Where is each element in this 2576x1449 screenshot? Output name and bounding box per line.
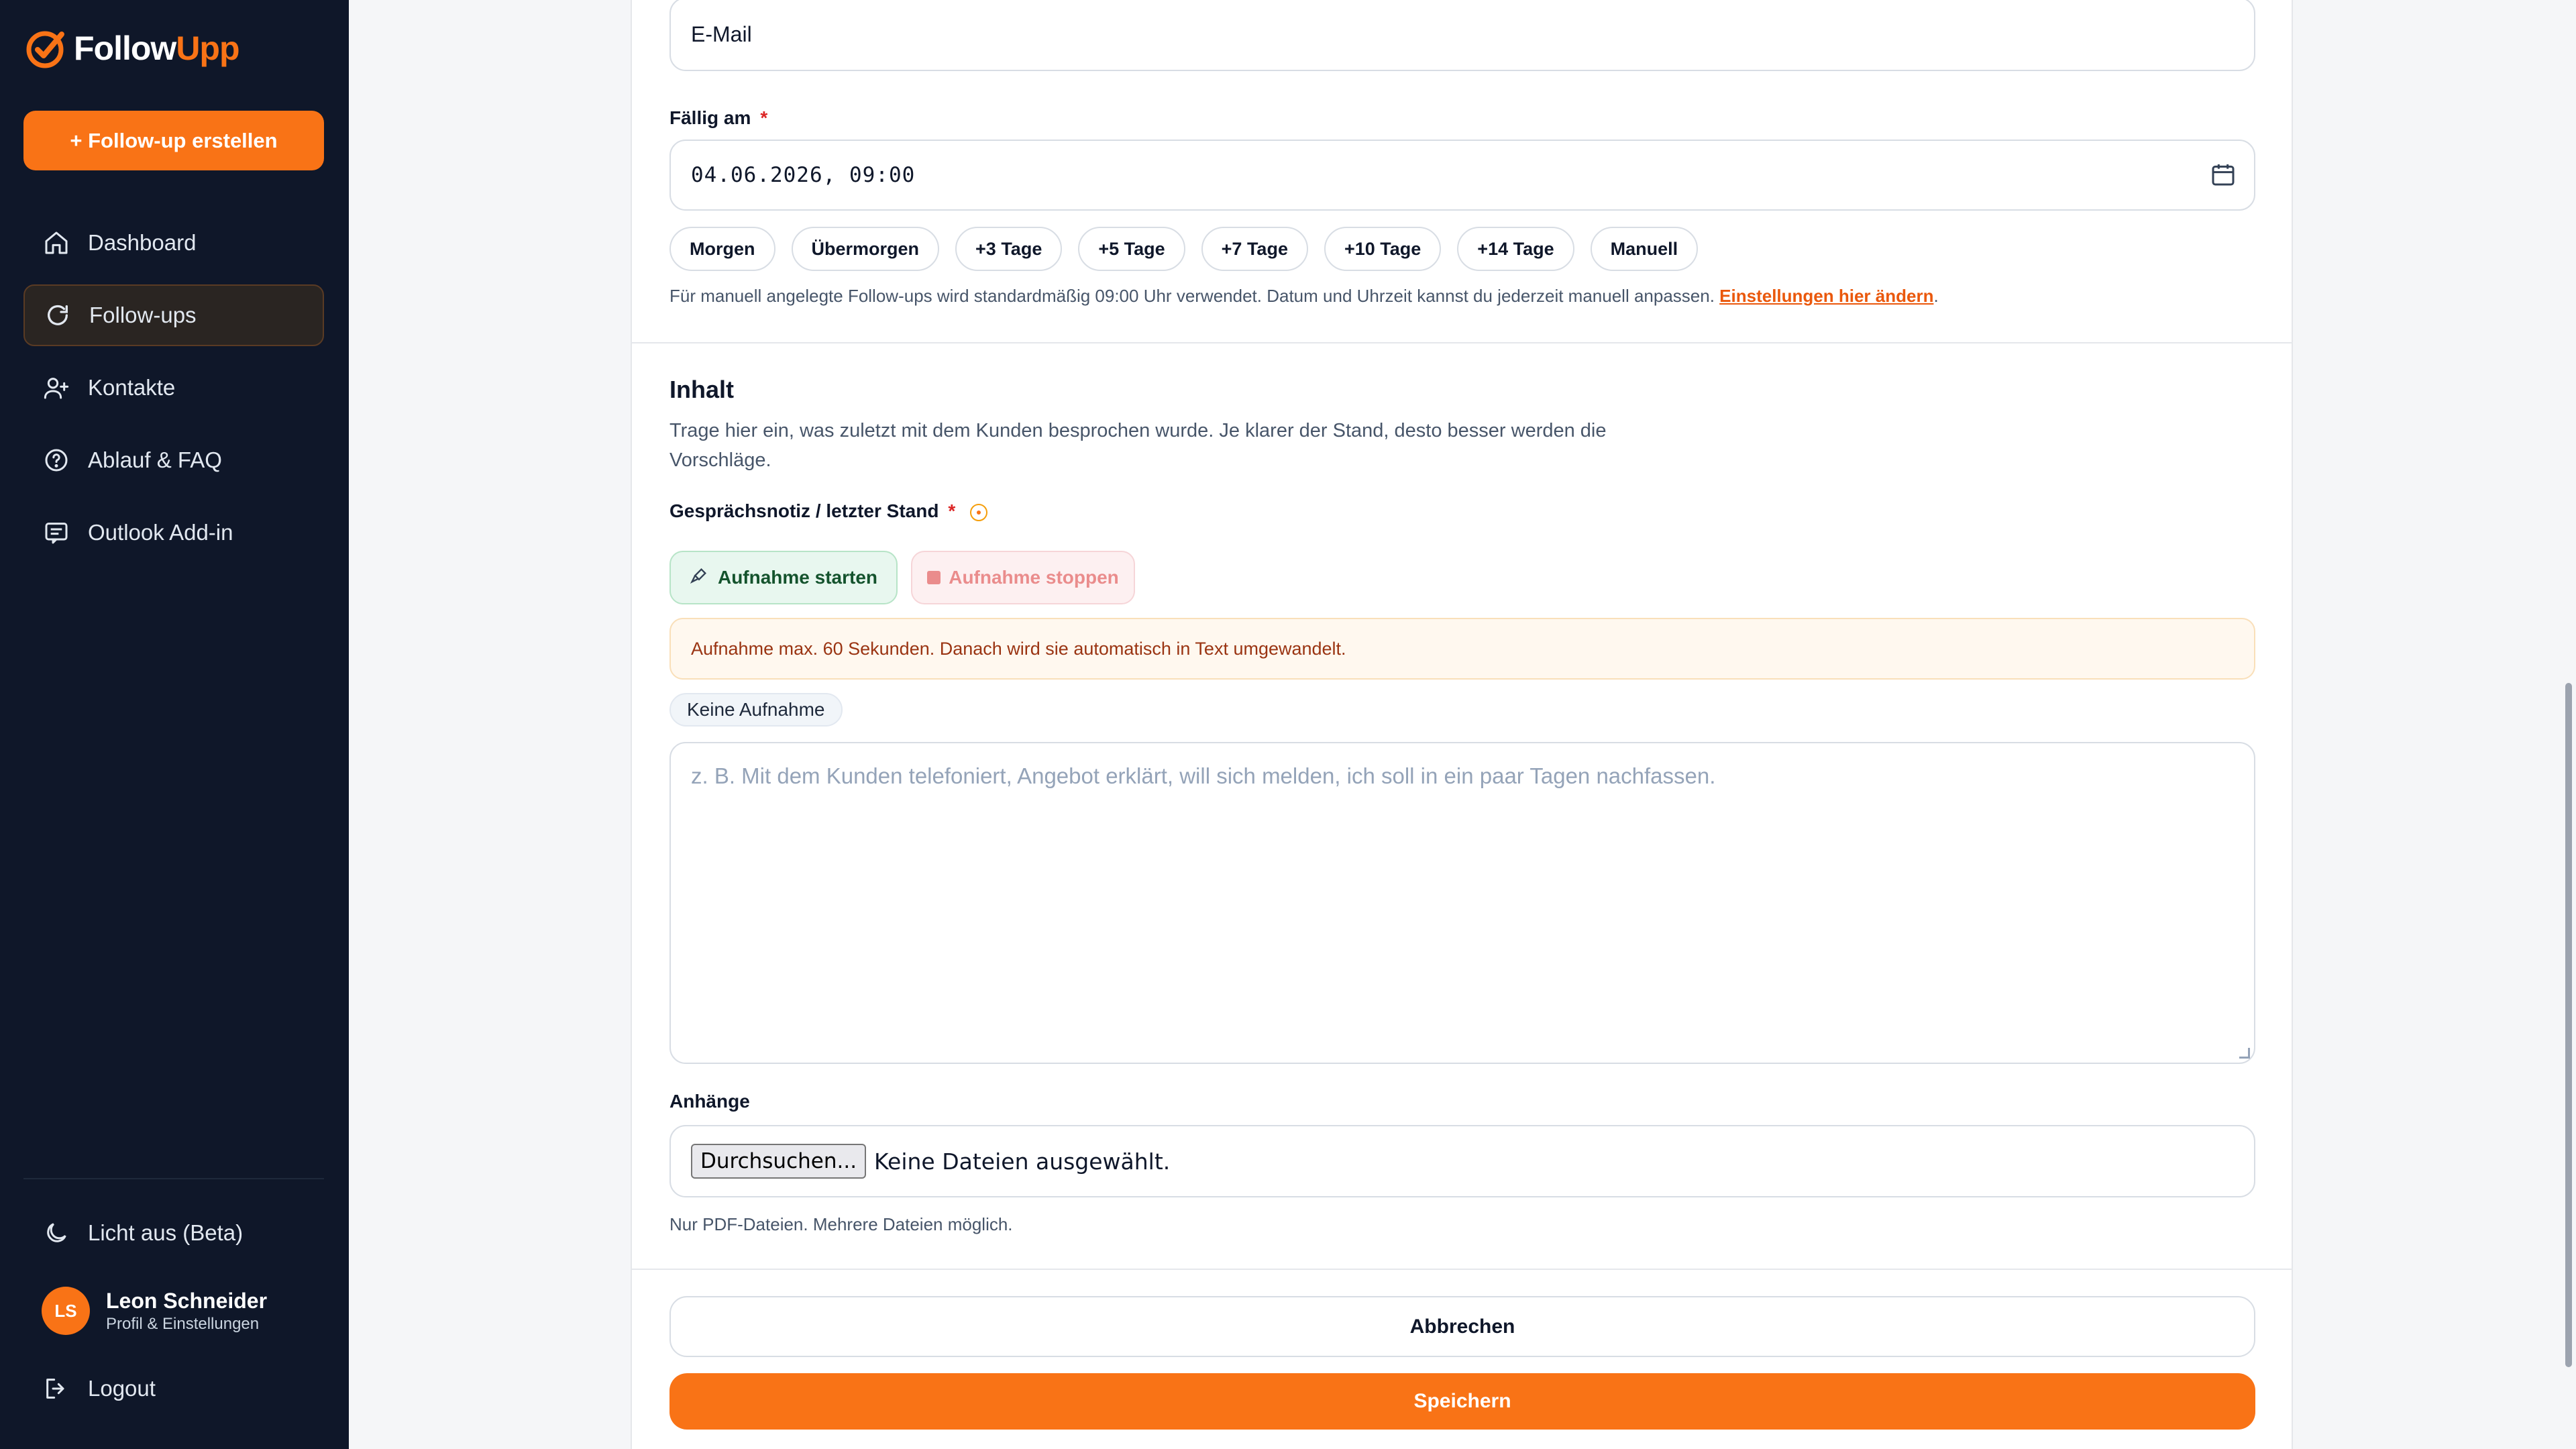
- attachments-hint: Nur PDF-Dateien. Mehrere Dateien möglich…: [669, 1214, 1013, 1234]
- logout-label: Logout: [88, 1376, 156, 1401]
- help-circle-icon: [42, 446, 70, 474]
- sidebar-item-label: Follow-ups: [89, 303, 197, 327]
- mail-icon: [42, 519, 70, 547]
- sidebar-item-label: Dashboard: [88, 230, 197, 255]
- dark-mode-label: Licht aus (Beta): [88, 1220, 244, 1245]
- required-mark: *: [948, 500, 956, 521]
- chip-morgen[interactable]: Morgen: [669, 227, 775, 271]
- note-textarea[interactable]: z. B. Mit dem Kunden telefoniert, Angebo…: [669, 742, 2255, 1064]
- page-scrollbar[interactable]: [2565, 683, 2572, 1367]
- start-recording-button[interactable]: Aufnahme starten: [669, 551, 898, 604]
- sidebar-divider: [23, 1178, 324, 1179]
- logo-check-icon: [26, 31, 64, 68]
- sidebar-nav: Dashboard Follow-ups Kontakte Ablauf & F…: [23, 212, 324, 574]
- quick-date-chips: Morgen Übermorgen +3 Tage +5 Tage +7 Tag…: [669, 227, 1699, 271]
- cancel-button[interactable]: Abbrechen: [669, 1296, 2255, 1357]
- no-files-text: Keine Dateien ausgewählt.: [874, 1148, 1171, 1175]
- settings-link[interactable]: Einstellungen hier ändern: [1719, 286, 1933, 306]
- brand-logo[interactable]: FollowUpp: [23, 25, 240, 71]
- chip-3-tage[interactable]: +3 Tage: [955, 227, 1063, 271]
- info-icon[interactable]: [970, 503, 988, 521]
- calendar-icon[interactable]: [2210, 161, 2237, 193]
- dark-mode-toggle[interactable]: Licht aus (Beta): [23, 1202, 324, 1264]
- resize-handle[interactable]: [2239, 1048, 2250, 1059]
- due-date-hint: Für manuell angelegte Follow-ups wird st…: [669, 286, 1939, 306]
- recording-notice: Aufnahme max. 60 Sekunden. Danach wird s…: [669, 618, 2255, 680]
- content-section-title: Inhalt: [669, 376, 734, 403]
- sidebar-item-follow-ups[interactable]: Follow-ups: [23, 284, 324, 346]
- channel-value: E-Mail: [691, 21, 752, 46]
- chip-10-tage[interactable]: +10 Tage: [1324, 227, 1442, 271]
- stop-icon: [927, 571, 941, 584]
- brand-name: FollowUpp: [74, 30, 240, 67]
- logout-button[interactable]: Logout: [23, 1358, 324, 1419]
- attachments-label: Anhänge: [669, 1091, 750, 1112]
- section-divider: [632, 342, 2292, 343]
- create-follow-up-button[interactable]: + Follow-up erstellen: [23, 111, 324, 170]
- user-plus-icon: [42, 374, 70, 402]
- chip-14-tage[interactable]: +14 Tage: [1457, 227, 1574, 271]
- chip-uebermorgen[interactable]: Übermorgen: [791, 227, 940, 271]
- sidebar-item-label: Kontakte: [88, 375, 176, 400]
- home-icon: [42, 229, 70, 257]
- required-mark: *: [760, 107, 768, 128]
- note-placeholder: z. B. Mit dem Kunden telefoniert, Angebo…: [691, 763, 1716, 788]
- attachments-file-input[interactable]: Durchsuchen... Keine Dateien ausgewählt.: [669, 1125, 2255, 1197]
- moon-icon: [42, 1219, 70, 1247]
- profile-link[interactable]: LS Leon Schneider Profil & Einstellungen: [42, 1287, 267, 1335]
- refresh-icon: [44, 301, 72, 329]
- sidebar-item-faq[interactable]: Ablauf & FAQ: [23, 429, 324, 491]
- due-date-label: Fällig am *: [669, 107, 768, 128]
- chip-manuell[interactable]: Manuell: [1590, 227, 1699, 271]
- sidebar-item-outlook-add-in[interactable]: Outlook Add-in: [23, 502, 324, 564]
- sidebar-item-kontakte[interactable]: Kontakte: [23, 357, 324, 419]
- content-section-description: Trage hier ein, was zuletzt mit dem Kund…: [669, 420, 1607, 471]
- profile-name: Leon Schneider: [106, 1288, 268, 1313]
- microphone-icon: [690, 566, 708, 590]
- chip-5-tage[interactable]: +5 Tage: [1078, 227, 1185, 271]
- actions-divider: [632, 1269, 2292, 1270]
- recording-status-badge: Keine Aufnahme: [669, 693, 843, 727]
- sidebar-item-label: Ablauf & FAQ: [88, 447, 222, 472]
- chip-7-tage[interactable]: +7 Tage: [1201, 227, 1308, 271]
- due-date-input[interactable]: 04.06.2026, 09:00: [669, 140, 2255, 211]
- sidebar-item-dashboard[interactable]: Dashboard: [23, 212, 324, 274]
- sidebar: FollowUpp + Follow-up erstellen Dashboar…: [0, 0, 349, 1449]
- profile-subtitle: Profil & Einstellungen: [106, 1314, 260, 1333]
- channel-select[interactable]: E-Mail: [669, 0, 2255, 71]
- avatar: LS: [42, 1287, 90, 1335]
- save-button[interactable]: Speichern: [669, 1373, 2255, 1430]
- stop-recording-button[interactable]: Aufnahme stoppen: [911, 551, 1135, 604]
- due-date-value: 04.06.2026, 09:00: [691, 163, 916, 187]
- note-label: Gesprächsnotiz / letzter Stand *: [669, 500, 988, 522]
- logout-icon: [42, 1375, 70, 1403]
- sidebar-item-label: Outlook Add-in: [88, 520, 233, 545]
- browse-button[interactable]: Durchsuchen...: [691, 1144, 867, 1179]
